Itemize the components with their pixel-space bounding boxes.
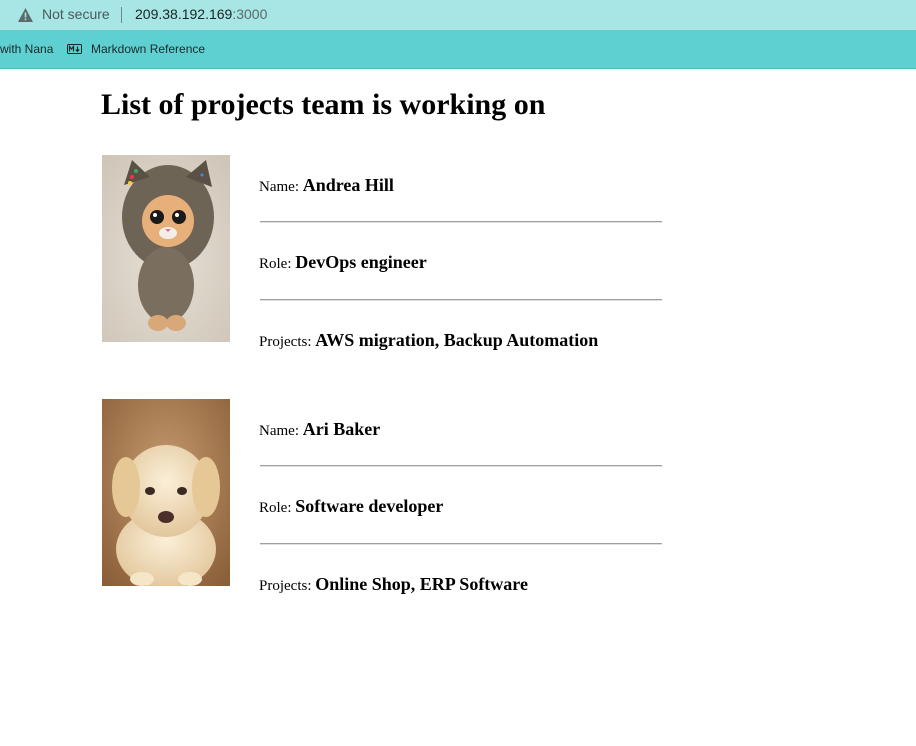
divider [260, 465, 662, 467]
name-row: Name: Ari Baker [259, 419, 380, 440]
role-label: Role: [259, 256, 292, 272]
role-row: Role: DevOps engineer [259, 252, 427, 273]
bookmarks-bar: with Nana Markdown Reference [0, 30, 916, 69]
projects-row: Projects: Online Shop, ERP Software [259, 574, 528, 595]
url-port: :3000 [232, 6, 268, 22]
projects-value: AWS migration, Backup Automation [315, 330, 599, 350]
role-value: Software developer [295, 496, 444, 516]
divider [260, 299, 662, 301]
divider [260, 221, 662, 223]
bookmark-markdown-reference[interactable]: Markdown Reference [91, 42, 205, 56]
warning-icon[interactable] [17, 7, 34, 23]
projects-label: Projects: [259, 578, 312, 594]
projects-row: Projects: AWS migration, Backup Automati… [259, 330, 598, 351]
name-label: Name: [259, 179, 299, 195]
projects-label: Projects: [259, 334, 312, 350]
address-bar[interactable]: Not secure 209.38.192.169:3000 [0, 0, 916, 30]
markdown-icon [67, 44, 82, 54]
name-label: Name: [259, 423, 299, 439]
puppy-photo [102, 399, 230, 586]
security-status[interactable]: Not secure [42, 6, 110, 22]
role-value: DevOps engineer [295, 252, 427, 272]
name-row: Name: Andrea Hill [259, 175, 394, 196]
url-text[interactable]: 209.38.192.169:3000 [135, 6, 267, 22]
bookmark-with-nana[interactable]: with Nana [0, 42, 53, 56]
kitten-photo [102, 155, 230, 342]
name-value: Andrea Hill [302, 175, 394, 195]
role-label: Role: [259, 500, 292, 516]
projects-value: Online Shop, ERP Software [315, 574, 528, 594]
divider [260, 543, 662, 545]
page-title: List of projects team is working on [101, 88, 546, 121]
name-value: Ari Baker [302, 419, 381, 439]
role-row: Role: Software developer [259, 496, 443, 517]
url-host: 209.38.192.169 [135, 6, 233, 22]
omnibox-separator [121, 7, 122, 23]
